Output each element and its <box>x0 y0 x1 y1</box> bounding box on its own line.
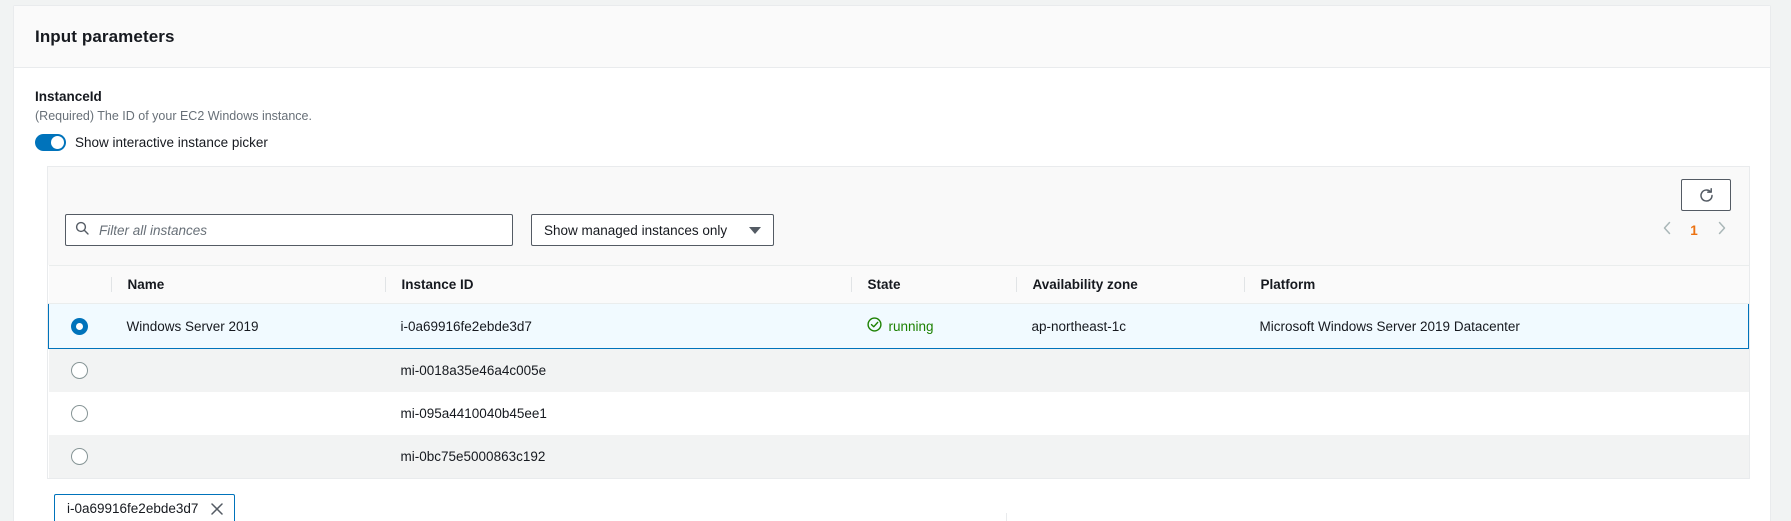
row-state-cell: running <box>850 303 1016 349</box>
show-instance-picker-toggle[interactable] <box>35 134 66 151</box>
row-platform-cell <box>1243 435 1749 478</box>
field-description: (Required) The ID of your EC2 Windows in… <box>35 109 312 123</box>
refresh-icon <box>1698 187 1715 204</box>
toggle-label: Show interactive instance picker <box>75 135 268 150</box>
row-name-cell <box>110 392 385 435</box>
row-state-text: running <box>888 318 934 334</box>
row-select-cell[interactable] <box>48 435 111 478</box>
pagination-next-button[interactable] <box>1707 217 1735 243</box>
filter-instances-input[interactable] <box>97 221 503 239</box>
row-platform-cell: Microsoft Windows Server 2019 Datacenter <box>1243 303 1749 349</box>
refresh-button[interactable] <box>1681 179 1731 211</box>
toolbar-controls: Show managed instances only <box>65 214 775 246</box>
instance-picker-toggle-row: Show interactive instance picker <box>35 134 1749 151</box>
column-header-name[interactable]: Name <box>110 265 385 304</box>
column-header-availability-zone[interactable]: Availability zone <box>1015 265 1244 304</box>
pagination-page-1[interactable]: 1 <box>1681 223 1707 238</box>
row-name-cell: Windows Server 2019 <box>110 303 385 349</box>
row-select-cell[interactable] <box>48 348 111 392</box>
row-availability-zone-cell <box>1015 392 1244 435</box>
field-label-instanceid: InstanceId <box>35 89 102 104</box>
row-radio[interactable] <box>70 405 88 422</box>
row-state-cell <box>850 392 1016 435</box>
search-icon <box>75 221 89 240</box>
row-availability-zone-cell: ap-northeast-1c <box>1015 303 1244 349</box>
row-instance-id-cell: i-0a69916fe2ebde3d7 <box>384 303 851 349</box>
row-instance-id-cell: mi-095a4410040b45ee1 <box>384 392 851 435</box>
row-radio-selected[interactable] <box>71 317 88 335</box>
column-header-select <box>48 265 111 304</box>
row-platform-cell <box>1243 348 1749 392</box>
close-icon[interactable] <box>210 502 224 516</box>
row-availability-zone-cell <box>1015 348 1244 392</box>
row-name-cell <box>110 348 385 392</box>
chevron-down-icon <box>749 226 762 234</box>
instance-scope-select[interactable]: Show managed instances only <box>531 214 775 246</box>
table-header-row: Name Instance ID State Availability zone… <box>48 265 1749 304</box>
row-instance-id-cell: mi-0bc75e5000863c192 <box>384 435 851 478</box>
instance-scope-select-value: Show managed instances only <box>544 222 728 238</box>
selected-instance-token[interactable]: i-0a69916fe2ebde3d7 <box>54 494 236 521</box>
row-radio[interactable] <box>70 448 88 465</box>
instances-table: Name Instance ID State Availability zone… <box>48 265 1749 478</box>
status-success-icon <box>866 317 882 335</box>
selected-instance-token-label: i-0a69916fe2ebde3d7 <box>67 501 199 516</box>
table-row[interactable]: Windows Server 2019 i-0a69916fe2ebde3d7 <box>48 303 1749 349</box>
column-header-instance-id[interactable]: Instance ID <box>384 265 851 304</box>
row-state-cell <box>850 348 1016 392</box>
column-header-platform[interactable]: Platform <box>1243 265 1749 304</box>
selected-instance-token-row: i-0a69916fe2ebde3d7 <box>54 494 1749 521</box>
row-state-cell <box>850 435 1016 478</box>
table-row[interactable]: mi-0018a35e46a4c005e <box>48 348 1749 392</box>
pagination-prev-button[interactable] <box>1653 217 1681 243</box>
input-parameters-panel: Input parameters InstanceId (Required) T… <box>13 5 1771 521</box>
instance-picker: Show managed instances only <box>47 166 1750 479</box>
row-instance-id-cell: mi-0018a35e46a4c005e <box>384 348 851 392</box>
content-below-fold-divider <box>1006 513 1007 521</box>
instances-table-head: Name Instance ID State Availability zone… <box>48 265 1749 304</box>
chevron-left-icon <box>1662 221 1673 240</box>
page-title: Input parameters <box>35 26 175 46</box>
filter-instances-field[interactable] <box>65 214 513 246</box>
page-root: Input parameters InstanceId (Required) T… <box>0 0 1791 521</box>
pagination: 1 <box>1653 217 1735 243</box>
row-availability-zone-cell <box>1015 435 1244 478</box>
table-row[interactable]: mi-095a4410040b45ee1 <box>48 392 1749 435</box>
row-radio[interactable] <box>70 362 88 379</box>
chevron-right-icon <box>1716 221 1727 240</box>
panel-header: Input parameters <box>14 6 1770 68</box>
instances-table-body: Windows Server 2019 i-0a69916fe2ebde3d7 <box>48 303 1749 478</box>
toggle-knob <box>51 136 64 149</box>
row-select-cell[interactable] <box>48 303 111 349</box>
row-name-cell <box>110 435 385 478</box>
picker-toolbar: Show managed instances only <box>48 167 1749 265</box>
row-platform-cell <box>1243 392 1749 435</box>
panel-body: InstanceId (Required) The ID of your EC2… <box>14 68 1770 521</box>
table-row[interactable]: mi-0bc75e5000863c192 <box>48 435 1749 478</box>
row-select-cell[interactable] <box>48 392 111 435</box>
column-header-state[interactable]: State <box>850 265 1016 304</box>
